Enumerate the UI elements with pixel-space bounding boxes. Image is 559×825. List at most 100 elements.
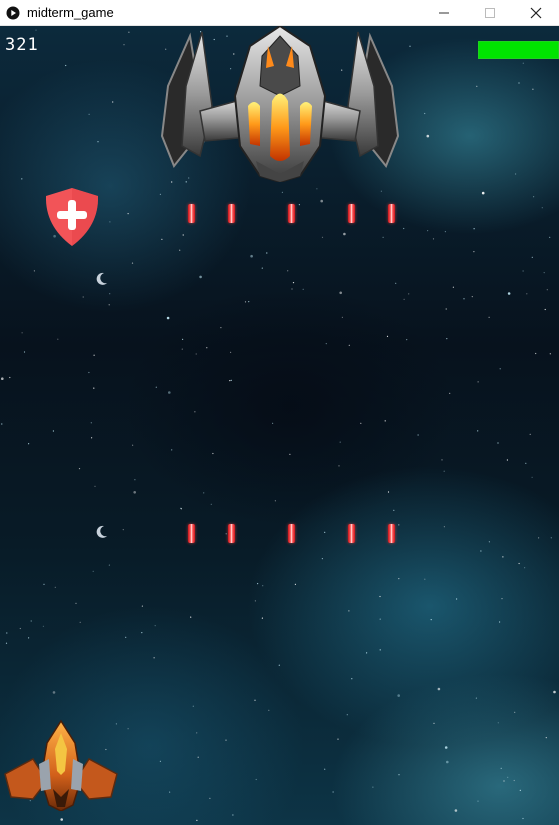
star: [181, 348, 183, 350]
star: [127, 728, 129, 730]
enemy-bullet: [288, 524, 295, 543]
star: [395, 282, 397, 284]
star: [379, 618, 381, 620]
star: [445, 308, 447, 310]
star: [522, 817, 524, 820]
star: [250, 254, 253, 258]
star: [384, 420, 386, 422]
star: [180, 508, 182, 510]
health-shield-powerup: [45, 188, 99, 246]
star: [108, 304, 110, 306]
enemy-bullet: [388, 524, 395, 543]
star: [153, 657, 155, 659]
star: [449, 392, 451, 394]
star: [541, 207, 543, 209]
star: [360, 422, 362, 424]
game-window: midterm_game 321: [0, 0, 559, 825]
star: [229, 380, 231, 382]
star: [134, 479, 136, 481]
star: [324, 768, 326, 770]
maximize-button[interactable]: [467, 0, 513, 26]
star: [320, 199, 324, 203]
health-bar-fill: [479, 42, 558, 58]
star: [52, 691, 56, 694]
star: [93, 354, 95, 356]
star: [171, 449, 173, 451]
star: [94, 485, 96, 487]
star: [379, 649, 381, 651]
star: [302, 288, 304, 290]
star: [338, 465, 340, 467]
minimize-button[interactable]: [421, 0, 467, 26]
star: [289, 453, 291, 455]
star: [444, 231, 446, 233]
star: [502, 556, 504, 558]
star: [337, 738, 339, 740]
star: [382, 236, 384, 238]
star: [155, 386, 157, 388]
star: [518, 562, 520, 565]
star: [261, 267, 263, 269]
star: [154, 625, 156, 627]
star: [379, 595, 381, 598]
star: [444, 746, 448, 749]
star: [88, 371, 90, 374]
crescent-debris: [96, 272, 107, 285]
star: [525, 462, 527, 464]
star: [398, 774, 400, 776]
star: [446, 338, 448, 340]
star: [507, 292, 511, 295]
star: [272, 422, 274, 424]
star: [257, 583, 259, 585]
star: [535, 352, 537, 355]
star: [497, 442, 499, 444]
star: [91, 437, 93, 439]
star: [255, 778, 257, 781]
star: [477, 381, 479, 383]
star: [112, 101, 114, 103]
star: [79, 621, 81, 623]
enemy-bullet: [228, 204, 235, 223]
star: [452, 286, 454, 288]
star: [75, 602, 77, 605]
star: [220, 327, 222, 329]
star: [52, 430, 55, 432]
star: [230, 351, 232, 353]
star: [324, 531, 326, 533]
star: [23, 351, 26, 353]
star: [93, 387, 95, 389]
star: [477, 430, 479, 432]
maximize-icon: [485, 8, 495, 18]
star: [128, 31, 130, 33]
close-button[interactable]: [513, 0, 559, 26]
star: [90, 422, 92, 424]
star: [507, 776, 509, 778]
star: [21, 178, 23, 180]
star: [278, 664, 280, 666]
star: [196, 819, 198, 822]
enemy-bullet: [228, 524, 235, 543]
star: [481, 191, 485, 195]
star: [197, 756, 199, 758]
enemy-bullet: [348, 204, 355, 223]
star: [132, 444, 134, 446]
star: [179, 249, 181, 251]
game-canvas[interactable]: 321: [0, 26, 559, 825]
star: [266, 252, 268, 254]
star: [432, 238, 435, 240]
title-bar[interactable]: midterm_game: [0, 0, 559, 26]
player-ship[interactable]: [3, 719, 119, 811]
star: [182, 338, 184, 340]
star: [254, 600, 256, 602]
star: [210, 503, 212, 505]
star: [291, 288, 293, 290]
star: [159, 760, 161, 762]
star: [192, 705, 194, 707]
star: [321, 558, 323, 560]
star: [514, 711, 516, 713]
star: [33, 270, 36, 272]
star: [398, 524, 400, 526]
star: [268, 709, 270, 711]
star: [531, 476, 533, 478]
star: [526, 293, 528, 295]
